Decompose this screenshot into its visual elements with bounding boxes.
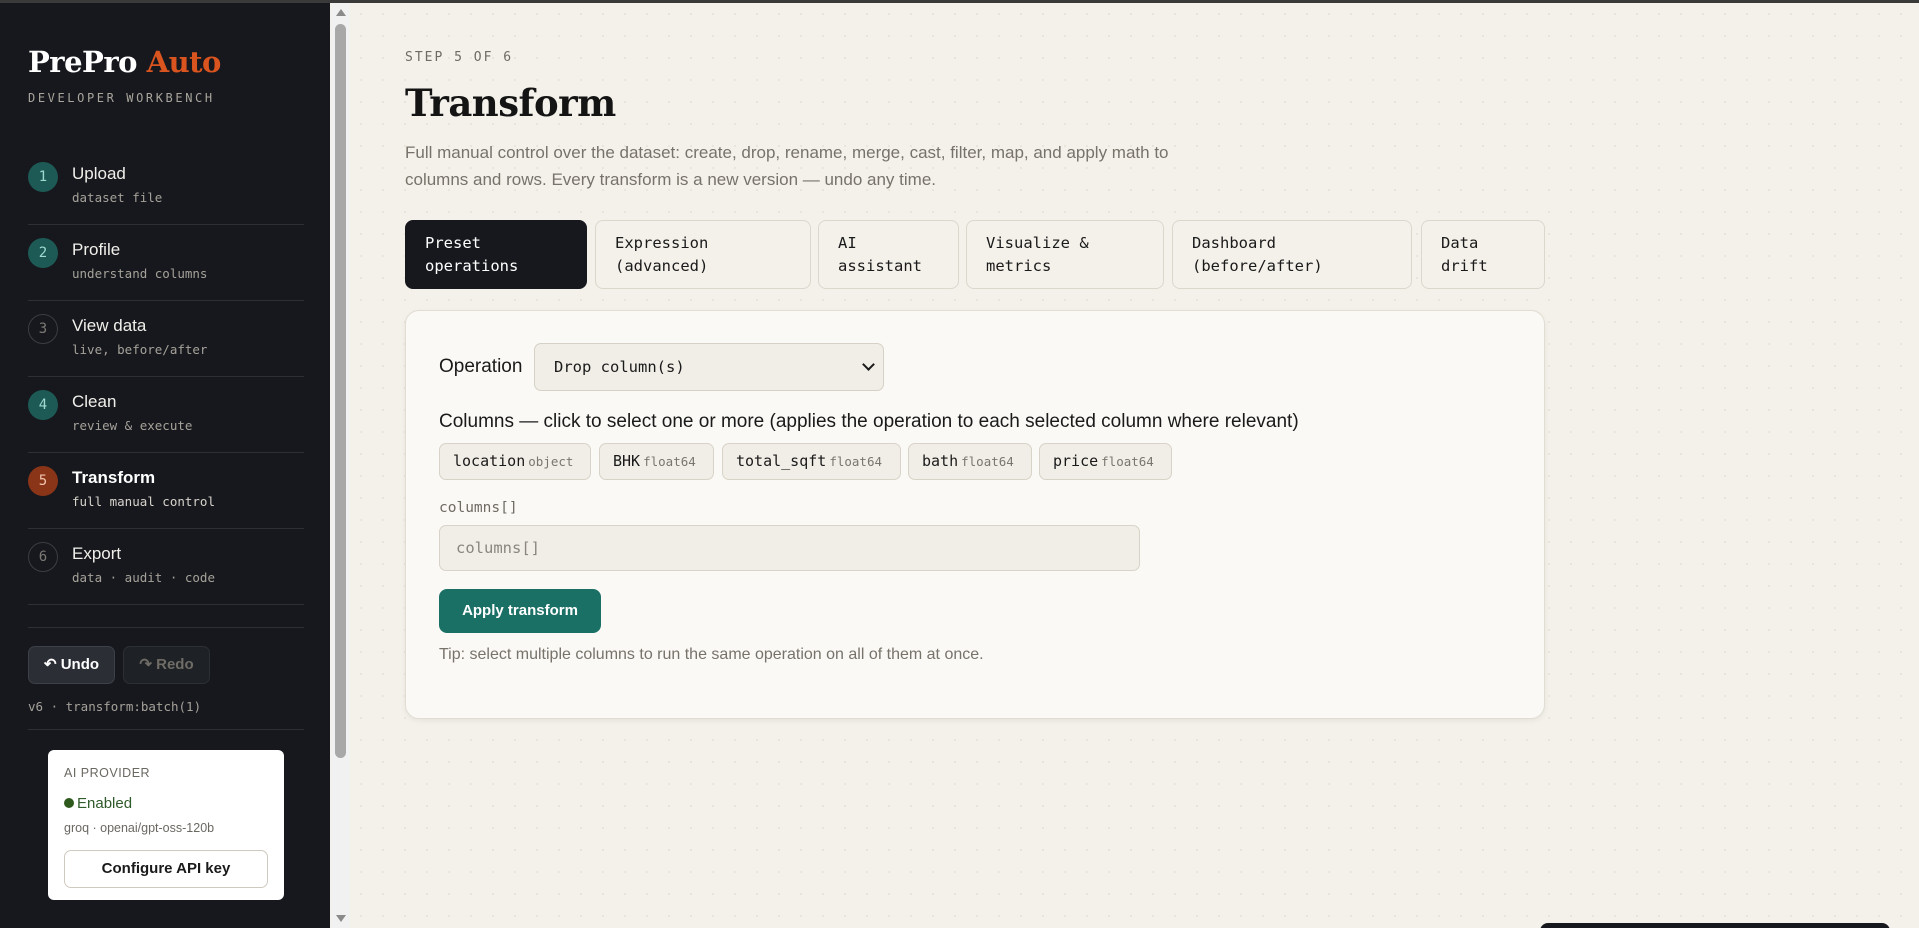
brand-name: PrePro [28, 45, 137, 79]
tab-expression[interactable]: Expression (advanced) [595, 220, 811, 289]
step-subtitle: review & execute [72, 418, 193, 433]
divider [28, 729, 304, 730]
page-description: Full manual control over the dataset: cr… [405, 143, 1169, 189]
column-type: float64 [643, 454, 696, 469]
tab-label-line: drift [1441, 257, 1488, 275]
tab-label-line: Visualize & [986, 234, 1089, 252]
step-view-data[interactable]: 3 View data live, before/after [28, 301, 304, 377]
tab-ai-assistant[interactable]: AI assistant [818, 220, 959, 289]
step-number: 3 [28, 314, 58, 344]
step-upload[interactable]: 1 Upload dataset file [28, 149, 304, 225]
columns-input[interactable] [439, 525, 1140, 571]
operation-selected-value: Drop column(s) [554, 358, 685, 376]
tab-label-line: (advanced) [615, 257, 709, 275]
column-name: BHK [613, 452, 641, 470]
step-transform[interactable]: 5 Transform full manual control [28, 453, 304, 529]
step-clean[interactable]: 4 Clean review & execute [28, 377, 304, 453]
divider [28, 627, 304, 628]
step-title: Upload [72, 164, 126, 183]
step-subtitle: dataset file [72, 190, 163, 205]
sidebar: PrePro Auto DEVELOPER WORKBENCH 1 Upload… [0, 3, 330, 928]
page-title: Transform [405, 81, 616, 125]
tab-label-line: Data [1441, 234, 1479, 252]
step-title: Profile [72, 240, 121, 259]
version-label: v6 · transform:batch(1) [28, 699, 202, 714]
scroll-up-arrow-icon[interactable] [336, 9, 346, 16]
ai-provider-status: Enabled [64, 795, 132, 812]
step-title: Transform [72, 468, 156, 487]
chevron-down-icon [862, 358, 875, 371]
step-subtitle: live, before/after [72, 342, 208, 357]
step-title: Export [72, 544, 122, 563]
tab-label-line: Expression [615, 234, 709, 252]
step-number: 1 [28, 162, 58, 192]
status-text: Enabled [77, 795, 133, 812]
scrollbar-thumb[interactable] [335, 24, 346, 758]
step-number: 4 [28, 390, 58, 420]
tab-data-drift[interactable]: Data drift [1421, 220, 1545, 289]
column-type: float64 [961, 454, 1014, 469]
step-subtitle: full manual control [72, 494, 215, 509]
main-content: STEP 5 OF 6 Transform Full manual contro… [350, 3, 1919, 928]
tab-label-line: metrics [986, 257, 1052, 275]
column-chip-bath[interactable]: bath float64 [908, 443, 1032, 480]
column-chip-bhk[interactable]: BHK float64 [599, 443, 714, 480]
step-title: Clean [72, 392, 117, 411]
brand-logo: PrePro Auto [28, 45, 221, 79]
ai-provider-label: AI PROVIDER [64, 766, 151, 780]
columns-field-label: columns[] [439, 500, 518, 516]
step-number: 2 [28, 238, 58, 268]
brand-subtitle: DEVELOPER WORKBENCH [28, 91, 215, 105]
tip-text: Tip: select multiple columns to run the … [439, 646, 984, 663]
tab-label-line: AI [838, 234, 857, 252]
undo-button[interactable]: ↶ Undo [28, 646, 115, 684]
ai-provider-card: AI PROVIDER Enabled groq · openai/gpt-os… [48, 750, 284, 900]
column-type: float64 [829, 454, 882, 469]
redo-button[interactable]: ↷ Redo [123, 646, 210, 684]
step-profile[interactable]: 2 Profile understand columns [28, 225, 304, 301]
tab-preset-operations[interactable]: Preset operations [405, 220, 587, 289]
column-chip-location[interactable]: location object [439, 443, 591, 480]
step-number: 6 [28, 542, 58, 572]
tab-label-line: Dashboard [1192, 234, 1276, 252]
ai-model-label: groq · openai/gpt-oss-120b [64, 821, 215, 835]
operation-select[interactable]: Drop column(s) [534, 343, 884, 391]
column-type: object [528, 454, 574, 469]
step-indicator: STEP 5 OF 6 [405, 50, 514, 65]
status-dot-icon [64, 798, 74, 808]
tab-label-line: (before/after) [1192, 257, 1323, 275]
tab-dashboard[interactable]: Dashboard (before/after) [1172, 220, 1412, 289]
step-number: 5 [28, 466, 58, 496]
brand-accent: Auto [146, 45, 222, 79]
sidebar-scrollbar[interactable] [331, 3, 350, 928]
scroll-down-arrow-icon[interactable] [336, 915, 346, 922]
apply-transform-button[interactable]: Apply transform [439, 589, 601, 633]
step-subtitle: data · audit · code [72, 570, 215, 585]
transform-panel: Operation Drop column(s) Columns — click… [405, 310, 1545, 719]
column-name: location [453, 452, 526, 470]
tab-visualize-metrics[interactable]: Visualize & metrics [966, 220, 1164, 289]
step-subtitle: understand columns [72, 266, 208, 281]
tab-label-line: Preset [425, 234, 481, 252]
column-type: float64 [1101, 454, 1154, 469]
columns-label: Columns — click to select one or more (a… [439, 411, 1299, 432]
bottom-toast-edge [1540, 923, 1890, 928]
column-chip-price[interactable]: price float64 [1039, 443, 1172, 480]
step-export[interactable]: 6 Export data · audit · code [28, 529, 304, 605]
step-list: 1 Upload dataset file 2 Profile understa… [28, 149, 304, 605]
configure-api-key-button[interactable]: Configure API key [64, 850, 268, 888]
column-name: bath [922, 452, 959, 470]
column-name: total_sqft [736, 452, 827, 470]
column-chip-total-sqft[interactable]: total_sqft float64 [722, 443, 901, 480]
column-name: price [1053, 452, 1099, 470]
operation-label: Operation [439, 356, 523, 377]
tab-label-line: operations [425, 257, 519, 275]
tab-label-line: assistant [838, 257, 922, 275]
step-title: View data [72, 316, 147, 335]
